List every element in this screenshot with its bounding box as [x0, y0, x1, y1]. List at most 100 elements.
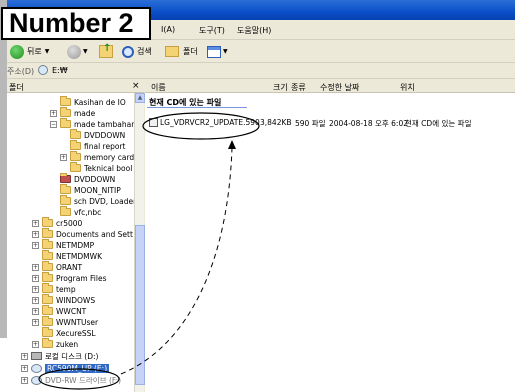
tree-item[interactable]: + WINDOWS [32, 294, 96, 305]
forward-button[interactable]: ▼ [67, 43, 88, 60]
tree-item-label: RC590M_UP (E:) [45, 363, 110, 373]
tree-item[interactable]: + WWNTUser [32, 316, 99, 327]
tree-item[interactable]: − made tambahan [50, 118, 136, 129]
search-icon [122, 45, 134, 58]
dvd-drive-icon [31, 375, 42, 385]
tree-item[interactable]: vfc,nbc [60, 206, 101, 217]
tree-item-label: WINDOWS [56, 295, 96, 305]
tree-item-label: memory card [84, 152, 135, 162]
tree-item[interactable]: + DVD-RW 드라이브 (F:) [21, 375, 121, 385]
file-type: 590 파일 [295, 119, 326, 128]
expand-icon[interactable]: + [32, 219, 39, 227]
expand-icon[interactable]: + [21, 364, 28, 372]
views-icon [207, 45, 221, 58]
tree-item[interactable]: + NETMDMP [32, 239, 94, 250]
tree-item-label: DVDDOWN [84, 130, 126, 140]
file-name: LG_VDRVCR2_UPDATE.590 [160, 118, 260, 127]
tree-item[interactable]: + made [50, 107, 95, 118]
column-size[interactable]: 크기 [273, 82, 288, 93]
column-location[interactable]: 위치 [400, 82, 415, 93]
expand-icon[interactable]: + [32, 274, 39, 282]
hard-drive-icon [31, 352, 42, 360]
search-button[interactable]: 검색 [122, 43, 152, 60]
expand-icon[interactable]: + [50, 109, 57, 117]
tree-item-label: Teknical bool [84, 163, 133, 173]
tree-item[interactable]: MOON_NITIP [60, 184, 121, 195]
column-type[interactable]: 종류 [291, 82, 306, 93]
folder-icon [165, 46, 179, 57]
tree-item[interactable]: + memory card [60, 151, 135, 162]
folder-tree: Kasihan de IO + made − made tambahan DVDDO… [7, 93, 144, 392]
tree-item[interactable]: + WWCNT [32, 305, 86, 316]
back-button[interactable]: 뒤로 ▼ [10, 43, 49, 60]
folder-icon [60, 173, 71, 183]
folder-icon [60, 195, 71, 205]
tree-item[interactable]: + Program Files [32, 272, 107, 283]
tree-item[interactable]: Kasihan de IO [60, 96, 126, 107]
menu-item-favorites[interactable]: I(A) [161, 25, 175, 34]
chevron-down-icon[interactable]: ▼ [223, 48, 228, 55]
up-folder-icon: ↑ [99, 43, 113, 58]
expand-icon[interactable]: + [32, 263, 39, 271]
file-icon [149, 118, 158, 127]
tree-item-label: ORANT [56, 262, 83, 272]
folder-icon [70, 162, 81, 172]
search-label: 검색 [137, 47, 152, 56]
column-modified[interactable]: 수정한 날짜 [320, 82, 359, 93]
close-icon[interactable]: × [132, 81, 140, 91]
views-button[interactable]: ▼ [207, 43, 228, 60]
chevron-down-icon[interactable]: ▼ [45, 48, 50, 55]
up-folder-button[interactable]: ↑ [99, 43, 113, 60]
tree-item-label: Documents and Sett [56, 229, 133, 239]
chevron-down-icon[interactable]: ▼ [83, 48, 88, 55]
folder-icon [60, 107, 71, 117]
tree-item[interactable]: final report [70, 140, 125, 151]
expand-icon[interactable]: + [32, 307, 39, 315]
column-name[interactable]: 이름 [151, 82, 166, 93]
expand-icon[interactable]: + [32, 241, 39, 249]
tree-item-selected[interactable]: + RC590M_UP (E:) [21, 363, 110, 373]
tree-item[interactable]: Teknical bool [70, 162, 133, 173]
address-input[interactable]: E:₩ [52, 66, 68, 75]
folder-icon [42, 250, 53, 260]
address-label: 주소(D) [7, 67, 35, 76]
expand-icon[interactable]: + [32, 296, 39, 304]
tree-item[interactable]: + Documents and Sett [32, 228, 133, 239]
drive-icon [38, 65, 48, 75]
expand-icon[interactable]: + [32, 340, 39, 348]
menu-item-tools[interactable]: 도구(T) [199, 25, 225, 36]
tree-item-label: cr5000 [56, 218, 83, 228]
scroll-up-icon[interactable]: ▲ [135, 93, 145, 103]
expand-icon[interactable]: + [21, 376, 28, 384]
expand-icon[interactable]: + [32, 285, 39, 293]
tree-item[interactable]: NETMDMWK [42, 250, 102, 261]
folder-scrollbar[interactable]: ▲ [134, 93, 145, 392]
folder-icon [42, 272, 53, 282]
tree-item[interactable]: sch DVD, Loader [60, 195, 136, 206]
file-row[interactable]: LG_VDRVCR2_UPDATE.590 3,842KB 590 파일 200… [147, 117, 513, 129]
expand-icon[interactable]: + [60, 153, 67, 161]
folders-button[interactable]: 폴더 [165, 43, 198, 60]
tree-item-label: MOON_NITIP [74, 185, 121, 195]
folder-icon [42, 327, 53, 337]
tree-item[interactable]: + temp [32, 283, 76, 294]
tree-item[interactable]: DVDDOWN [70, 129, 126, 140]
tree-item-label: zuken [56, 339, 79, 349]
expand-icon[interactable]: + [32, 230, 39, 238]
tree-item-label: DVD-RW 드라이브 (F:) [45, 375, 122, 385]
tree-item[interactable]: + zuken [32, 338, 79, 349]
collapse-icon[interactable]: − [50, 120, 57, 128]
tree-item[interactable]: + 로컬 디스크 (D:) [21, 351, 98, 361]
expand-icon[interactable]: + [32, 318, 39, 326]
folder-icon [42, 217, 53, 227]
tree-item[interactable]: DVDDOWN [60, 173, 115, 184]
tree-item-label: WWNTUser [56, 317, 99, 327]
expand-icon[interactable]: + [21, 352, 28, 360]
menu-item-help[interactable]: 도움말(H) [237, 25, 271, 36]
tree-item[interactable]: + ORANT [32, 261, 83, 272]
tree-item[interactable]: + cr5000 [32, 217, 83, 228]
tree-item[interactable]: XecureSSL [42, 327, 96, 338]
folder-icon [60, 184, 71, 194]
folder-icon [42, 338, 53, 348]
scroll-thumb[interactable] [135, 225, 145, 385]
